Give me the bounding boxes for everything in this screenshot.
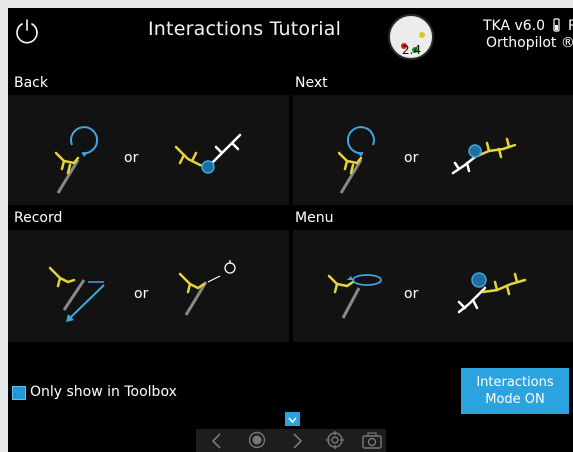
panel-label-record: Record — [14, 210, 63, 226]
panel-label-back: Back — [14, 75, 48, 91]
version-label: TKA v6.0 R — [483, 18, 573, 34]
record-dot-icon[interactable] — [248, 431, 266, 449]
panel-label-menu: Menu — [295, 210, 334, 226]
target-icon[interactable] — [326, 431, 344, 449]
record-gesture-illustration — [48, 260, 236, 322]
record-panel — [8, 230, 289, 342]
next-panel — [293, 95, 573, 205]
panel-label-next: Next — [295, 75, 328, 91]
page-title: Interactions Tutorial — [148, 18, 342, 40]
back-panel — [8, 95, 289, 205]
menu-gesture-illustration — [327, 272, 527, 319]
back-gesture-illustration — [54, 126, 242, 194]
navigation-bar — [196, 429, 386, 452]
mode-button-line1: Interactions — [476, 375, 554, 390]
or-label-next: or — [404, 150, 419, 166]
tracker-value: 2.4 — [402, 43, 422, 57]
toolbox-checkbox[interactable] — [12, 386, 26, 400]
nav-bar-toggle[interactable] — [285, 412, 300, 426]
chevron-right-icon[interactable] — [290, 433, 304, 449]
mode-button-line2: Mode ON — [485, 392, 545, 407]
tracker-dot-yellow — [419, 32, 425, 38]
or-label-record: or — [134, 286, 149, 302]
or-label-back: or — [124, 150, 139, 166]
chevron-left-icon[interactable] — [210, 433, 224, 449]
brand-label: Orthopilot ® — [486, 35, 573, 51]
tracker-indicator: 2.4 — [388, 14, 434, 60]
camera-icon[interactable] — [362, 432, 382, 449]
next-gesture-illustration — [337, 126, 517, 194]
chevron-down-icon — [288, 417, 297, 424]
version-text: TKA v6.0 — [483, 18, 546, 34]
menu-panel — [293, 230, 573, 342]
or-label-menu: or — [404, 286, 419, 302]
battery-icon — [552, 18, 560, 32]
version-suffix: R — [567, 18, 573, 34]
interactions-mode-button[interactable]: Interactions Mode ON — [461, 368, 569, 414]
toolbox-checkbox-label[interactable]: Only show in Toolbox — [30, 384, 177, 400]
tutorial-screen: Interactions Tutorial 2.4 TKA v6.0 R Ort… — [8, 8, 573, 452]
power-icon[interactable] — [14, 18, 40, 44]
